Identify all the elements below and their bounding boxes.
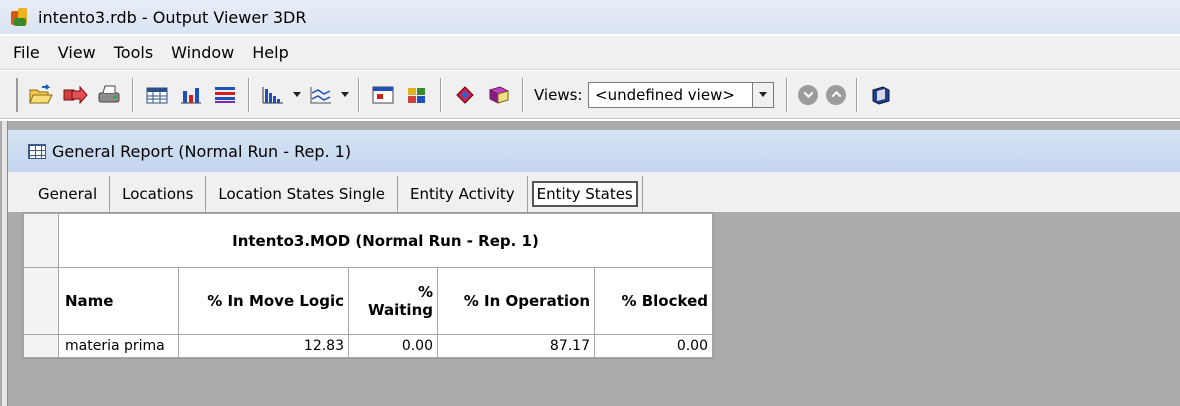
report-table-container: Intento3.MOD (Normal Run - Rep. 1) Name … — [22, 212, 714, 359]
tab-label: Locations — [122, 185, 194, 203]
menu-help[interactable]: Help — [243, 43, 297, 62]
gantt-icon[interactable] — [210, 80, 240, 110]
toolbar-separator — [786, 77, 789, 112]
tab-locations[interactable]: Locations — [110, 176, 207, 212]
dashboard-icon[interactable] — [866, 80, 896, 110]
export-icon[interactable] — [60, 80, 90, 110]
views-select-value: <undefined view> — [595, 85, 735, 104]
row-header-cell[interactable] — [23, 334, 59, 358]
chevron-up-icon — [831, 90, 842, 101]
report-table: Intento3.MOD (Normal Run - Rep. 1) Name … — [23, 213, 713, 358]
table-header-row: Name % In Move Logic % Waiting % In Oper… — [23, 267, 713, 335]
chevron-down-icon — [803, 88, 814, 99]
tab-general[interactable]: General — [26, 176, 111, 212]
column-header-move-logic[interactable]: % In Move Logic — [178, 267, 349, 335]
toolbar-separator — [856, 77, 859, 112]
window-title: intento3.rdb - Output Viewer 3DR — [38, 7, 307, 27]
column-header-blocked[interactable]: % Blocked — [594, 267, 713, 335]
toolbar-grip[interactable] — [16, 77, 20, 112]
views-label: Views: — [534, 85, 583, 104]
view-next-button[interactable] — [798, 84, 819, 105]
bar-chart-icon[interactable] — [176, 80, 206, 110]
tab-label: Entity States — [531, 181, 638, 207]
tab-label: Entity Activity — [410, 185, 515, 203]
table-icon — [28, 143, 46, 159]
histogram-dropdown[interactable] — [290, 80, 304, 110]
report-tabs: General Locations Location States Single… — [8, 172, 1180, 212]
row-header-cell — [23, 213, 59, 268]
row-header-cell — [23, 267, 59, 335]
tab-label: General — [38, 185, 98, 203]
toolbar-separator — [132, 77, 134, 112]
toolbar-separator — [440, 77, 442, 112]
toolbar-separator — [248, 77, 250, 112]
cell-move-logic[interactable]: 12.83 — [178, 334, 349, 358]
tab-label: Location States Single — [218, 185, 386, 203]
menu-view[interactable]: View — [49, 43, 105, 62]
cell-waiting[interactable]: 0.00 — [348, 334, 438, 358]
cell-in-operation[interactable]: 87.17 — [437, 334, 595, 358]
menu-file[interactable]: File — [4, 43, 49, 62]
menu-tools[interactable]: Tools — [105, 43, 162, 62]
toolbar-separator — [522, 77, 524, 112]
chevron-down-icon — [759, 92, 768, 97]
histogram-icon[interactable] — [258, 80, 288, 110]
table-row[interactable]: materia prima 12.83 0.00 87.17 0.00 — [23, 334, 713, 358]
book-icon[interactable] — [484, 80, 514, 110]
table-caption: Intento3.MOD (Normal Run - Rep. 1) — [58, 213, 713, 268]
table-caption-row: Intento3.MOD (Normal Run - Rep. 1) — [23, 213, 713, 268]
cell-name[interactable]: materia prima — [58, 334, 179, 358]
tab-location-states-single[interactable]: Location States Single — [206, 176, 399, 212]
column-header-waiting[interactable]: % Waiting — [348, 267, 438, 335]
views-select[interactable]: <undefined view> — [588, 81, 753, 108]
puzzle-icon[interactable] — [402, 80, 432, 110]
shield-icon[interactable] — [450, 80, 480, 110]
line-chart-icon[interactable] — [306, 80, 336, 110]
cell-blocked[interactable]: 0.00 — [594, 334, 713, 358]
report-window-title: General Report (Normal Run - Rep. 1) — [52, 141, 352, 161]
column-header-name[interactable]: Name — [58, 267, 179, 335]
toolbar: Views: <undefined view> — [0, 71, 1180, 119]
report-window-titlebar[interactable]: General Report (Normal Run - Rep. 1) — [8, 130, 1180, 172]
view-previous-button[interactable] — [826, 84, 847, 105]
print-icon[interactable] — [94, 80, 124, 110]
menu-bar: File View Tools Window Help — [0, 36, 1180, 70]
toolbar-separator — [358, 77, 360, 112]
calendar-icon[interactable] — [368, 80, 398, 110]
views-dropdown-button[interactable] — [752, 81, 775, 108]
column-header-in-operation[interactable]: % In Operation — [437, 267, 595, 335]
app-icon — [10, 7, 30, 27]
title-bar: intento3.rdb - Output Viewer 3DR — [0, 0, 1180, 34]
table-icon[interactable] — [142, 80, 172, 110]
line-chart-dropdown[interactable] — [338, 80, 352, 110]
tab-entity-activity[interactable]: Entity Activity — [398, 176, 528, 212]
open-icon[interactable] — [26, 80, 56, 110]
menu-window[interactable]: Window — [162, 43, 243, 62]
tab-entity-states[interactable]: Entity States — [527, 176, 643, 212]
